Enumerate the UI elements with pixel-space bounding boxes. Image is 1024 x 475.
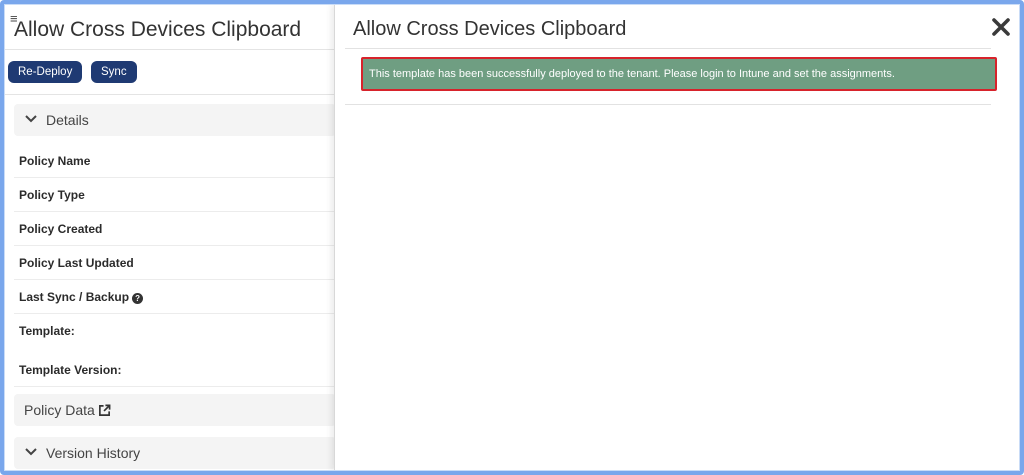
page-title: Allow Cross Devices Clipboard bbox=[14, 18, 302, 41]
deploy-result-modal: Allow Cross Devices Clipboard This templ… bbox=[334, 4, 1021, 471]
divider bbox=[14, 245, 334, 246]
details-section-label: Details bbox=[46, 112, 89, 128]
divider bbox=[14, 313, 334, 314]
field-last-sync-backup-label: Last Sync / Backup bbox=[19, 290, 130, 304]
policy-details-panel: ≡ Allow Cross Devices Clipboard Re-Deplo… bbox=[4, 4, 334, 471]
details-section-header[interactable]: Details bbox=[14, 104, 334, 136]
modal-title: Allow Cross Devices Clipboard bbox=[353, 18, 627, 40]
external-link-icon[interactable] bbox=[98, 404, 111, 417]
divider bbox=[4, 94, 334, 95]
field-policy-created: Policy Created bbox=[19, 222, 103, 236]
field-template: Template: bbox=[19, 324, 75, 338]
field-last-sync-backup: Last Sync / Backup? bbox=[19, 290, 334, 304]
field-policy-type: Policy Type bbox=[19, 188, 85, 202]
sync-button[interactable]: Sync bbox=[91, 61, 137, 83]
chevron-down-icon bbox=[25, 448, 37, 456]
divider bbox=[14, 386, 334, 387]
field-policy-name: Policy Name bbox=[19, 154, 91, 168]
success-alert: This template has been successfully depl… bbox=[361, 57, 997, 91]
redeploy-button[interactable]: Re-Deploy bbox=[8, 61, 83, 83]
question-circle-icon[interactable]: ? bbox=[132, 293, 144, 304]
policy-data-section-header[interactable]: Policy Data bbox=[14, 394, 334, 426]
divider bbox=[345, 48, 991, 49]
version-history-section-label: Version History bbox=[46, 445, 141, 461]
divider bbox=[14, 177, 334, 178]
version-history-section-header[interactable]: Version History bbox=[14, 437, 334, 469]
chevron-down-icon bbox=[25, 115, 37, 123]
field-template-version: Template Version: bbox=[19, 363, 122, 377]
divider bbox=[14, 211, 334, 212]
divider bbox=[345, 104, 991, 105]
policy-data-section-label: Policy Data bbox=[24, 402, 111, 418]
divider bbox=[14, 279, 334, 280]
field-policy-last-updated: Policy Last Updated bbox=[19, 256, 134, 270]
close-icon[interactable] bbox=[990, 16, 1012, 38]
policy-data-label-text: Policy Data bbox=[24, 402, 95, 418]
divider bbox=[4, 49, 334, 50]
